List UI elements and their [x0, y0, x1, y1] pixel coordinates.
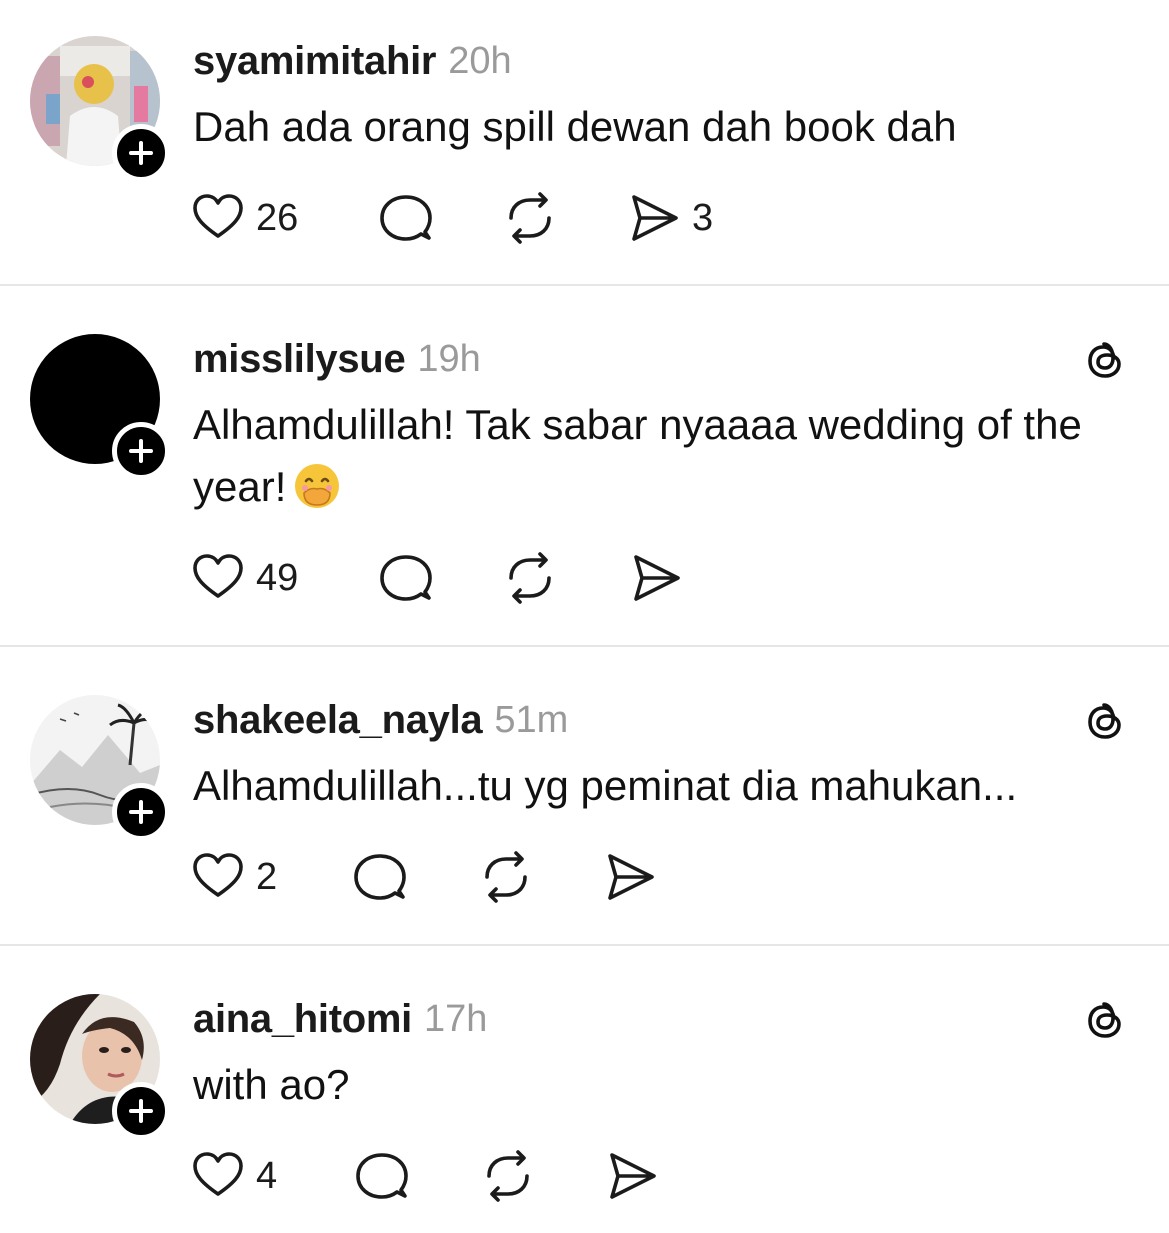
comment-icon	[356, 1153, 408, 1199]
post-header: misslilysue 19h	[193, 334, 481, 384]
follow-button[interactable]	[112, 422, 170, 480]
send-icon	[610, 1153, 656, 1199]
share-button[interactable]: 3	[626, 190, 713, 246]
like-button[interactable]: 26	[190, 190, 298, 246]
post-header: syamimitahir 20h	[193, 36, 512, 86]
heart-icon	[193, 1152, 243, 1196]
repost-button[interactable]	[480, 1148, 536, 1204]
send-icon	[608, 854, 654, 900]
share-button[interactable]	[628, 550, 684, 606]
share-count: 3	[692, 196, 714, 239]
send-icon	[634, 555, 680, 601]
divider	[0, 284, 1169, 286]
reply-button[interactable]	[352, 849, 408, 905]
repost-button[interactable]	[478, 849, 534, 905]
plus-icon	[129, 439, 153, 463]
plus-icon	[129, 1099, 153, 1123]
divider	[0, 944, 1169, 946]
send-icon	[632, 195, 678, 241]
follow-button[interactable]	[112, 124, 170, 182]
timestamp: 20h	[448, 39, 512, 82]
repost-icon	[509, 192, 551, 244]
follow-button[interactable]	[112, 1082, 170, 1140]
like-button[interactable]: 49	[190, 550, 298, 606]
like-count: 4	[256, 1154, 278, 1197]
repost-icon	[485, 851, 527, 903]
username[interactable]: misslilysue	[193, 337, 406, 382]
reply-button[interactable]	[354, 1148, 410, 1204]
like-count: 26	[256, 196, 299, 239]
like-count: 2	[256, 855, 278, 898]
post-text: Dah ada orang spill dewan dah book dah	[193, 103, 957, 150]
heart-icon	[193, 853, 243, 897]
repost-button[interactable]	[502, 190, 558, 246]
like-button[interactable]: 4	[190, 1148, 277, 1204]
username[interactable]: shakeela_nayla	[193, 698, 483, 743]
threads-logo-icon[interactable]	[1080, 996, 1130, 1046]
comment-icon	[380, 195, 432, 241]
face-with-hand-over-mouth-icon	[292, 461, 342, 511]
heart-icon	[193, 194, 243, 238]
repost-icon	[487, 1150, 529, 1202]
comment-icon	[380, 555, 432, 601]
timestamp: 51m	[494, 698, 569, 741]
username[interactable]: aina_hitomi	[193, 997, 412, 1042]
timestamp: 17h	[423, 997, 488, 1040]
reply-button[interactable]	[378, 550, 434, 606]
plus-icon	[129, 141, 153, 165]
heart-icon	[193, 554, 243, 598]
threads-logo-icon[interactable]	[1080, 697, 1130, 747]
comment-icon	[354, 854, 406, 900]
like-count: 49	[256, 556, 299, 599]
share-button[interactable]	[602, 849, 658, 905]
share-button[interactable]	[604, 1148, 660, 1204]
post-header: shakeela_nayla 51m	[193, 695, 568, 745]
follow-button[interactable]	[112, 783, 170, 841]
post-text: Alhamdulillah! Tak sabar nyaaaa wedding …	[193, 394, 1123, 518]
timestamp: 19h	[417, 337, 481, 380]
post-header: aina_hitomi 17h	[193, 994, 487, 1044]
divider	[0, 645, 1169, 647]
like-button[interactable]: 2	[190, 849, 277, 905]
post-text: Alhamdulillah...tu yg peminat dia mahuka…	[193, 762, 1018, 809]
threads-logo-icon[interactable]	[1080, 336, 1130, 386]
repost-button[interactable]	[502, 550, 558, 606]
post-text: with ao?	[193, 1061, 350, 1108]
reply-button[interactable]	[378, 190, 434, 246]
repost-icon	[509, 552, 551, 604]
username[interactable]: syamimitahir	[193, 39, 436, 84]
plus-icon	[129, 800, 153, 824]
